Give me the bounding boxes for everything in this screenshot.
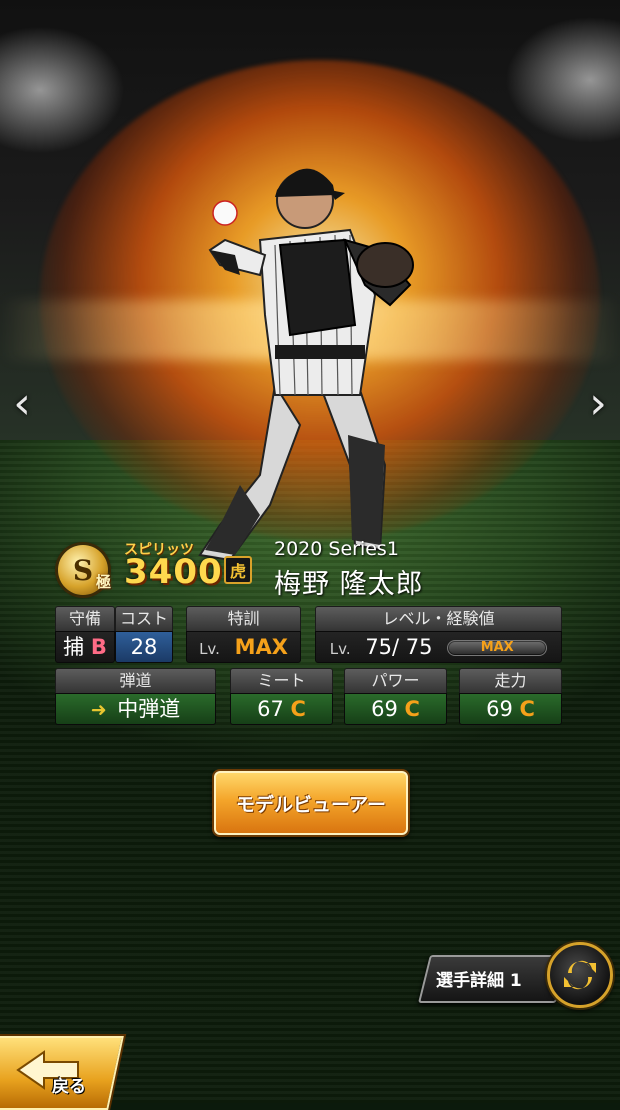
speed-box: 走力 69 C <box>459 668 562 725</box>
meet-header: ミート <box>230 668 333 693</box>
rank-letter: S <box>72 553 94 587</box>
power-value: 69 <box>371 697 398 721</box>
series-label: 2020 Series1 <box>274 538 399 560</box>
prev-card-arrow[interactable]: ‹ <box>6 378 38 430</box>
cycle-button[interactable] <box>547 942 613 1008</box>
defense-value: 捕 B <box>55 631 115 663</box>
meet-value-row: 67 C <box>230 693 333 725</box>
speed-value: 69 <box>486 697 513 721</box>
arrow-up-right-icon: ➜ <box>90 699 107 721</box>
rank-sub-label: 極 <box>96 573 112 591</box>
cost-header: コスト <box>115 606 173 631</box>
level-value-row: Lv. 75/ 75 MAX <box>315 631 562 663</box>
cost-value: 28 <box>115 631 173 663</box>
defense-grade: B <box>90 635 107 659</box>
next-card-arrow[interactable]: › <box>582 378 614 430</box>
meet-grade: C <box>290 697 306 721</box>
meet-box: ミート 67 C <box>230 668 333 725</box>
speed-grade: C <box>519 697 535 721</box>
trajectory-box: 弾道 ➜ 中弾道 <box>55 668 216 725</box>
cost-box: コスト 28 <box>115 606 173 663</box>
training-header: 特訓 <box>186 606 301 631</box>
cycle-arrows-icon <box>564 960 596 990</box>
level-header: レベル・経験値 <box>315 606 562 631</box>
exp-bar-label: MAX <box>480 640 514 655</box>
meet-value: 67 <box>257 697 284 721</box>
spirits-value: 3400 <box>124 552 223 592</box>
defense-header: 守備 <box>55 606 115 631</box>
level-box: レベル・経験値 Lv. 75/ 75 MAX <box>315 606 562 663</box>
trajectory-value: 中弾道 <box>117 697 181 721</box>
exp-bar: MAX <box>447 640 548 656</box>
model-viewer-button[interactable]: モデルビューアー <box>214 771 408 835</box>
power-value-row: 69 C <box>344 693 447 725</box>
level-value: 75/ 75 <box>365 635 433 659</box>
training-value-row: Lv. MAX <box>186 631 301 663</box>
power-grade: C <box>404 697 420 721</box>
player-detail-label[interactable]: 選手詳細 1 <box>436 966 522 991</box>
player-image <box>198 168 414 562</box>
training-value: MAX <box>234 635 288 659</box>
training-box: 特訓 Lv. MAX <box>186 606 301 663</box>
level-lv-label: Lv. <box>329 640 351 658</box>
trajectory-value-row: ➜ 中弾道 <box>55 693 216 725</box>
speed-header: 走力 <box>459 668 562 693</box>
power-box: パワー 69 C <box>344 668 447 725</box>
trajectory-header: 弾道 <box>55 668 216 693</box>
back-label[interactable]: 戻る <box>52 1072 86 1097</box>
power-header: パワー <box>344 668 447 693</box>
team-logo: 虎 <box>224 556 252 584</box>
defense-position: 捕 <box>63 635 85 659</box>
speed-value-row: 69 C <box>459 693 562 725</box>
player-name: 梅野 隆太郎 <box>274 569 424 600</box>
training-lv-label: Lv. <box>199 640 220 658</box>
defense-box: 守備 捕 B <box>55 606 115 663</box>
